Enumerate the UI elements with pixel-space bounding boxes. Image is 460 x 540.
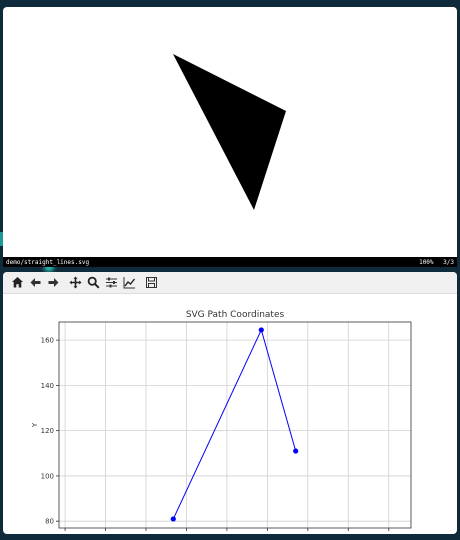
back-arrow-icon <box>30 278 41 287</box>
save-disk-icon <box>146 277 157 288</box>
navigation-toolbar <box>3 272 457 294</box>
filename-label: demo/straight_lines.svg <box>6 258 90 266</box>
zoom-magnifier-icon <box>87 276 100 289</box>
series-line <box>172 328 297 520</box>
y-tick-label: 160 <box>41 337 54 345</box>
configure-subplots-icon <box>106 277 117 288</box>
viewer-status-bar: demo/straight_lines.svg 100% 3/3 <box>3 257 457 267</box>
zoom-level: 100% <box>419 258 434 266</box>
home-icon <box>12 277 23 288</box>
edit-axis-icon <box>123 277 136 289</box>
pan-move-icon <box>69 276 82 289</box>
image-viewer-window: demo/straight_lines.svg 100% 3/3 <box>3 7 457 267</box>
svg-canvas <box>173 54 286 210</box>
triangle-shape <box>173 54 286 210</box>
data-point <box>258 327 264 333</box>
configure-subplots-button[interactable] <box>103 274 120 291</box>
data-point <box>170 516 176 522</box>
matplotlib-window: -2002040608010012014080100120140160SVG P… <box>3 272 457 534</box>
y-tick-label: 140 <box>41 382 54 390</box>
edit-axis-button[interactable] <box>121 274 138 291</box>
plot-canvas[interactable]: -2002040608010012014080100120140160SVG P… <box>3 294 457 534</box>
y-axis-label: Y <box>31 422 39 428</box>
page-indicator: 3/3 <box>443 258 454 266</box>
forward-arrow-icon <box>48 278 59 287</box>
y-tick-label: 80 <box>45 518 54 526</box>
back-button[interactable] <box>27 274 44 291</box>
chart-title: SVG Path Coordinates <box>186 310 285 320</box>
forward-button[interactable] <box>45 274 62 291</box>
home-button[interactable] <box>9 274 26 291</box>
y-tick-label: 100 <box>41 472 54 480</box>
axes-frame <box>58 321 412 529</box>
pan-button[interactable] <box>67 274 84 291</box>
y-tick-label: 120 <box>41 427 54 435</box>
zoom-button[interactable] <box>85 274 102 291</box>
save-button[interactable] <box>143 274 160 291</box>
data-point <box>293 448 299 454</box>
